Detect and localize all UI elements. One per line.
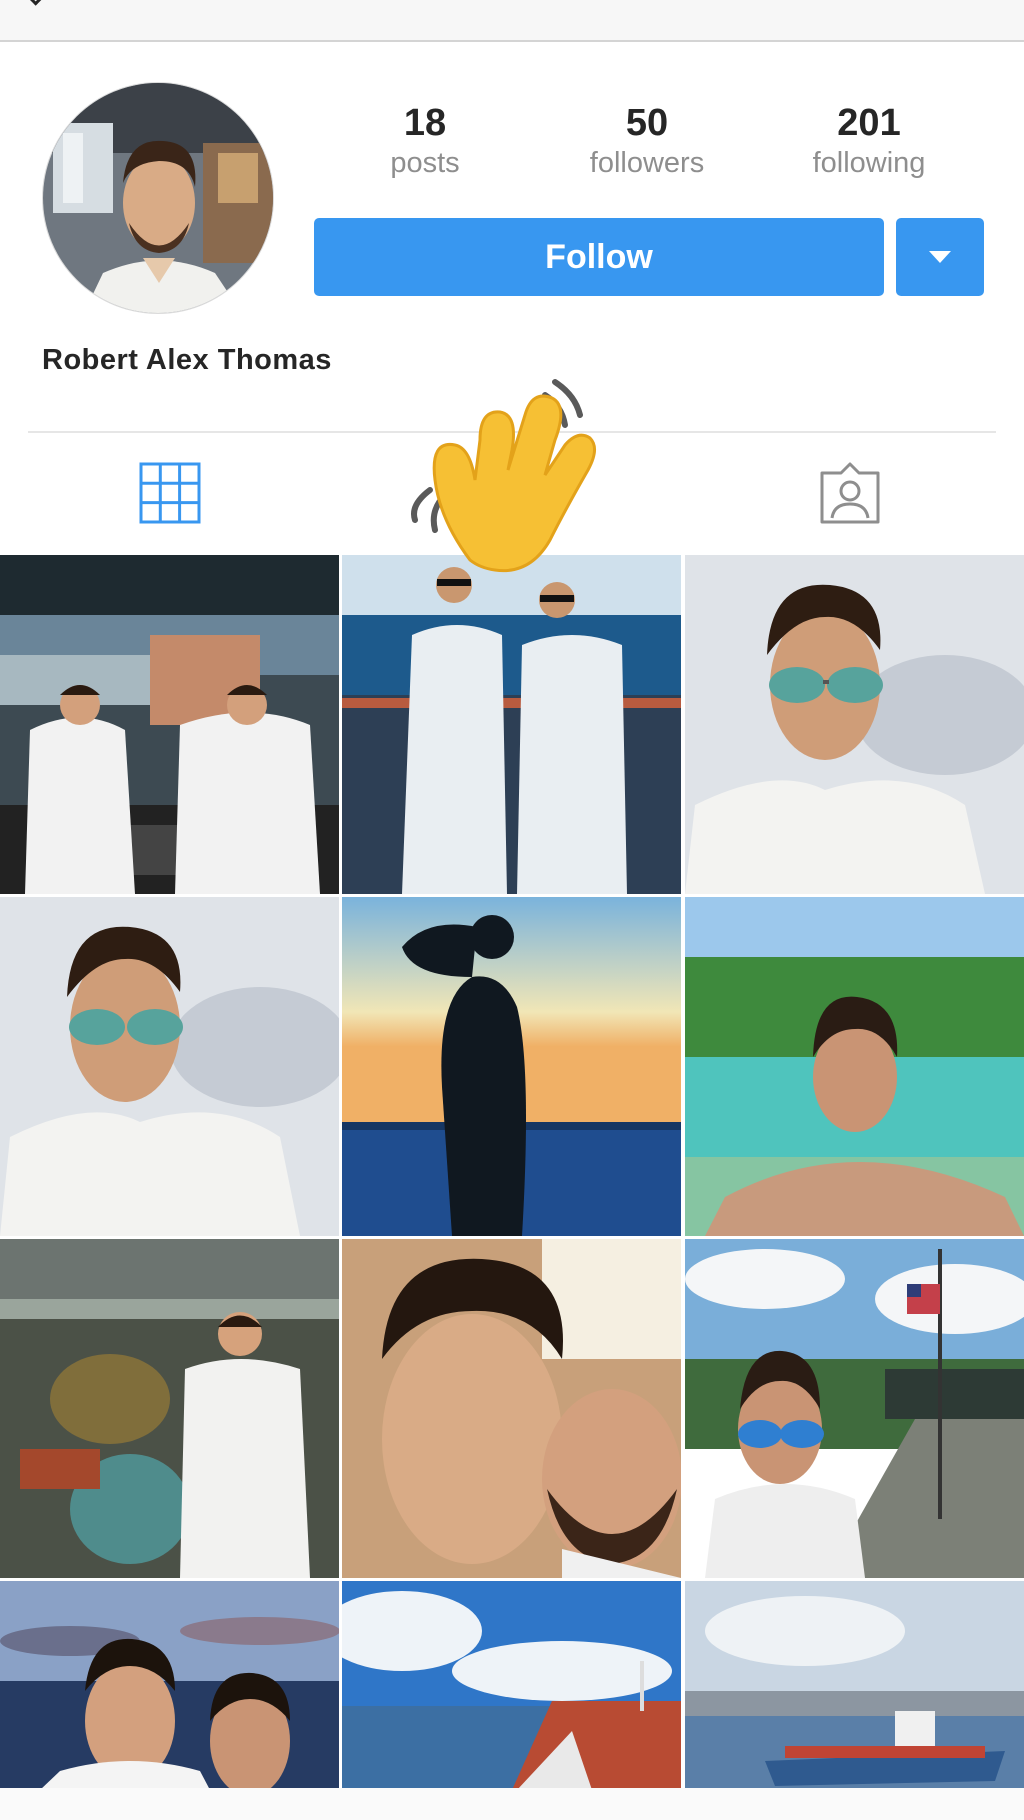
photo-image bbox=[685, 897, 1024, 1236]
photo-grid bbox=[0, 555, 1024, 1790]
back-chevron-icon[interactable] bbox=[30, 0, 46, 6]
tab-tagged[interactable] bbox=[815, 458, 885, 528]
tagged-person-icon bbox=[820, 462, 880, 524]
photo-tile[interactable] bbox=[685, 1581, 1024, 1790]
photo-tile[interactable] bbox=[0, 1239, 339, 1578]
photo-tile[interactable] bbox=[0, 555, 339, 894]
photo-image bbox=[342, 897, 681, 1236]
caret-down-icon bbox=[929, 251, 951, 263]
follow-button[interactable]: Follow bbox=[314, 218, 884, 296]
photo-tile[interactable] bbox=[342, 897, 681, 1236]
photo-tile[interactable] bbox=[685, 897, 1024, 1236]
profile-avatar[interactable] bbox=[42, 82, 274, 314]
photo-tile[interactable] bbox=[685, 555, 1024, 894]
photo-tile[interactable] bbox=[685, 1239, 1024, 1578]
grid-icon bbox=[139, 462, 201, 524]
photo-tile[interactable] bbox=[342, 1581, 681, 1790]
photo-tile[interactable] bbox=[0, 1581, 339, 1790]
photo-image bbox=[342, 1581, 681, 1790]
posts-count: 18 bbox=[403, 102, 447, 144]
photo-image bbox=[342, 555, 681, 894]
stat-following[interactable]: 201 following bbox=[759, 100, 979, 180]
waving-hand-icon bbox=[400, 370, 630, 580]
avatar-photo bbox=[43, 83, 273, 313]
followers-label: followers bbox=[589, 147, 705, 179]
posts-label: posts bbox=[390, 147, 460, 179]
navigation-bar bbox=[0, 0, 1024, 42]
stat-posts[interactable]: 18 posts bbox=[315, 100, 535, 180]
bottom-bar bbox=[0, 1788, 1024, 1820]
profile-name: Robert Alex Thomas bbox=[42, 344, 332, 376]
photo-image bbox=[0, 1581, 339, 1790]
photo-image bbox=[0, 897, 339, 1236]
photo-tile[interactable] bbox=[342, 555, 681, 894]
photo-image bbox=[685, 555, 1024, 894]
following-label: following bbox=[812, 147, 926, 179]
photo-image bbox=[0, 555, 339, 894]
tab-grid[interactable] bbox=[135, 458, 205, 528]
followers-count: 50 bbox=[625, 102, 669, 144]
stat-followers[interactable]: 50 followers bbox=[537, 100, 757, 180]
photo-image bbox=[685, 1239, 1024, 1578]
photo-tile[interactable] bbox=[0, 897, 339, 1236]
photo-image bbox=[685, 1581, 1024, 1790]
photo-image bbox=[0, 1239, 339, 1578]
photo-tile[interactable] bbox=[342, 1239, 681, 1578]
following-count: 201 bbox=[837, 102, 901, 144]
profile-stats: 18 posts 50 followers 201 following bbox=[330, 100, 1010, 200]
photo-image bbox=[342, 1239, 681, 1578]
suggestions-dropdown-button[interactable] bbox=[896, 218, 984, 296]
